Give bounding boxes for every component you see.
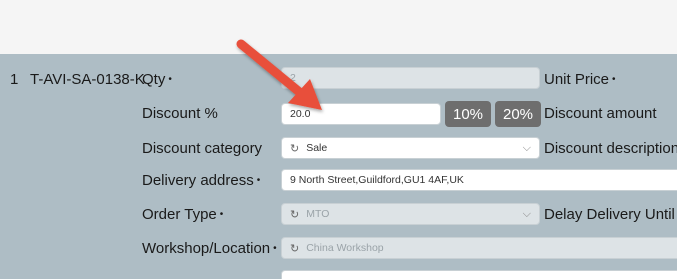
product-sku: T-AVI-SA-0138-K bbox=[30, 71, 145, 88]
refresh-icon: ↻ bbox=[290, 208, 300, 221]
discount-pct-input[interactable]: 20.0 bbox=[281, 103, 441, 125]
workshop-location-value: China Workshop bbox=[306, 242, 384, 254]
order-type-label: Order Type • bbox=[142, 206, 224, 223]
order-type-value: MTO bbox=[306, 208, 330, 220]
qty-value: 2 bbox=[290, 72, 296, 84]
discount-20pct-button[interactable]: 20% bbox=[495, 101, 541, 127]
order-type-select[interactable]: ↻ MTO ⌵ bbox=[281, 203, 540, 225]
refresh-icon: ↻ bbox=[290, 242, 300, 255]
order-line-panel: 1 T-AVI-SA-0138-K Qty • 2 Unit Price • Dis… bbox=[0, 54, 677, 279]
unit-price-label: Unit Price • bbox=[544, 71, 616, 88]
qty-label: Qty • bbox=[142, 71, 172, 88]
refresh-icon: ↻ bbox=[290, 142, 300, 155]
delay-delivery-label: Delay Delivery Until bbox=[544, 206, 675, 223]
discount-description-label: Discount description bbox=[544, 140, 677, 157]
discount-category-label: Discount category bbox=[142, 140, 263, 157]
delivery-address-input[interactable]: 9 North Street,Guildford,GU1 4AF,UK bbox=[281, 169, 677, 191]
row-index: 1 bbox=[10, 71, 19, 88]
discount-category-select[interactable]: ↻ Sale ⌵ bbox=[281, 137, 540, 159]
delivery-address-label: Delivery address • bbox=[142, 172, 261, 189]
delivery-address-value: 9 North Street,Guildford,GU1 4AF,UK bbox=[290, 174, 464, 186]
discount-10pct-button[interactable]: 10% bbox=[445, 101, 491, 127]
qty-input[interactable]: 2 bbox=[281, 67, 540, 89]
top-bar bbox=[0, 0, 677, 54]
discount-pct-value: 20.0 bbox=[290, 108, 311, 120]
discount-pct-label: Discount % bbox=[142, 105, 218, 122]
discount-amount-label: Discount amount bbox=[544, 105, 657, 122]
workshop-location-select[interactable]: ↻ China Workshop bbox=[281, 237, 677, 259]
chevron-down-icon: ⌵ bbox=[522, 207, 531, 220]
discount-category-value: Sale bbox=[306, 142, 328, 154]
next-field-partial[interactable] bbox=[281, 270, 677, 279]
workshop-location-label: Workshop/Location • bbox=[142, 240, 277, 257]
chevron-down-icon: ⌵ bbox=[522, 141, 531, 154]
